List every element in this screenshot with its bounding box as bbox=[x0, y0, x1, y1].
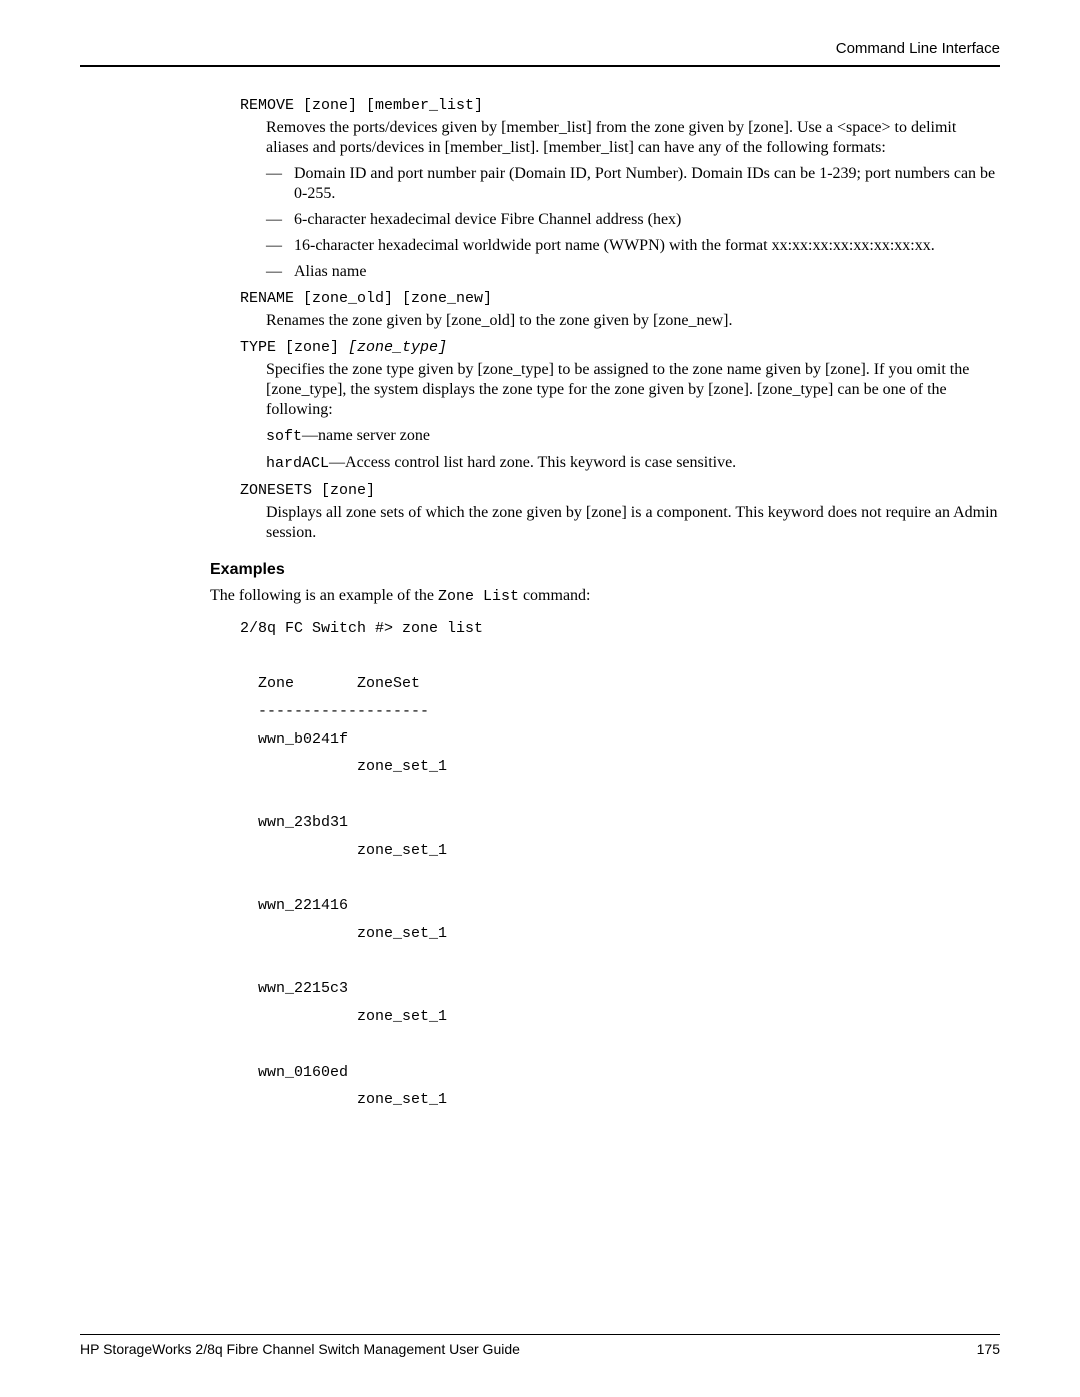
bullet-dash: — bbox=[266, 210, 294, 230]
bullet-dash: — bbox=[266, 164, 294, 204]
page-footer: HP StorageWorks 2/8q Fibre Channel Switc… bbox=[80, 1334, 1000, 1357]
list-item: — 16-character hexadecimal worldwide por… bbox=[266, 236, 1000, 256]
footer-doc-title: HP StorageWorks 2/8q Fibre Channel Switc… bbox=[80, 1341, 520, 1357]
footer-rule bbox=[80, 1334, 1000, 1335]
zonesets-desc: Displays all zone sets of which the zone… bbox=[266, 503, 1000, 543]
list-item: — Alias name bbox=[266, 262, 1000, 282]
examples-intro-pre: The following is an example of the bbox=[210, 587, 438, 604]
bullet-text: Alias name bbox=[294, 262, 366, 282]
type-opt2-code: hardACL bbox=[266, 455, 329, 472]
examples-intro: The following is an example of the Zone … bbox=[210, 587, 1000, 605]
content-body: REMOVE [zone] [member_list] Removes the … bbox=[240, 97, 1000, 1114]
type-syntax-ital: [zone_type] bbox=[348, 339, 447, 356]
bullet-text: 6-character hexadecimal device Fibre Cha… bbox=[294, 210, 681, 230]
list-item: — 6-character hexadecimal device Fibre C… bbox=[266, 210, 1000, 230]
bullet-dash: — bbox=[266, 262, 294, 282]
footer-row: HP StorageWorks 2/8q Fibre Channel Switc… bbox=[80, 1341, 1000, 1357]
page-container: Command Line Interface REMOVE [zone] [me… bbox=[0, 0, 1080, 1397]
example-code-block: 2/8q FC Switch #> zone list Zone ZoneSet… bbox=[240, 615, 1000, 1115]
zonesets-syntax: ZONESETS [zone] bbox=[240, 482, 1000, 499]
type-opt2-rest: —Access control list hard zone. This key… bbox=[329, 454, 736, 471]
type-syntax: TYPE [zone] [zone_type] bbox=[240, 339, 1000, 356]
remove-bullets: — Domain ID and port number pair (Domain… bbox=[266, 164, 1000, 282]
remove-syntax: REMOVE [zone] [member_list] bbox=[240, 97, 1000, 114]
remove-desc: Removes the ports/devices given by [memb… bbox=[266, 118, 1000, 158]
rename-desc: Renames the zone given by [zone_old] to … bbox=[266, 311, 1000, 331]
type-opt1-rest: —name server zone bbox=[302, 427, 430, 444]
examples-intro-code: Zone List bbox=[438, 588, 519, 605]
type-opt1-code: soft bbox=[266, 428, 302, 445]
footer-page-number: 175 bbox=[977, 1341, 1000, 1357]
type-desc: Specifies the zone type given by [zone_t… bbox=[266, 360, 1000, 420]
header-rule bbox=[80, 65, 1000, 67]
header-section-title: Command Line Interface bbox=[80, 40, 1000, 57]
examples-intro-post: command: bbox=[519, 587, 591, 604]
list-item: — Domain ID and port number pair (Domain… bbox=[266, 164, 1000, 204]
bullet-dash: — bbox=[266, 236, 294, 256]
bullet-text: Domain ID and port number pair (Domain I… bbox=[294, 164, 1000, 204]
rename-syntax: RENAME [zone_old] [zone_new] bbox=[240, 290, 1000, 307]
type-opt2: hardACL—Access control list hard zone. T… bbox=[266, 453, 1000, 474]
type-opt1: soft—name server zone bbox=[266, 426, 1000, 447]
bullet-text: 16-character hexadecimal worldwide port … bbox=[294, 236, 935, 256]
type-syntax-plain: TYPE [zone] bbox=[240, 339, 348, 356]
examples-heading: Examples bbox=[210, 561, 1000, 579]
